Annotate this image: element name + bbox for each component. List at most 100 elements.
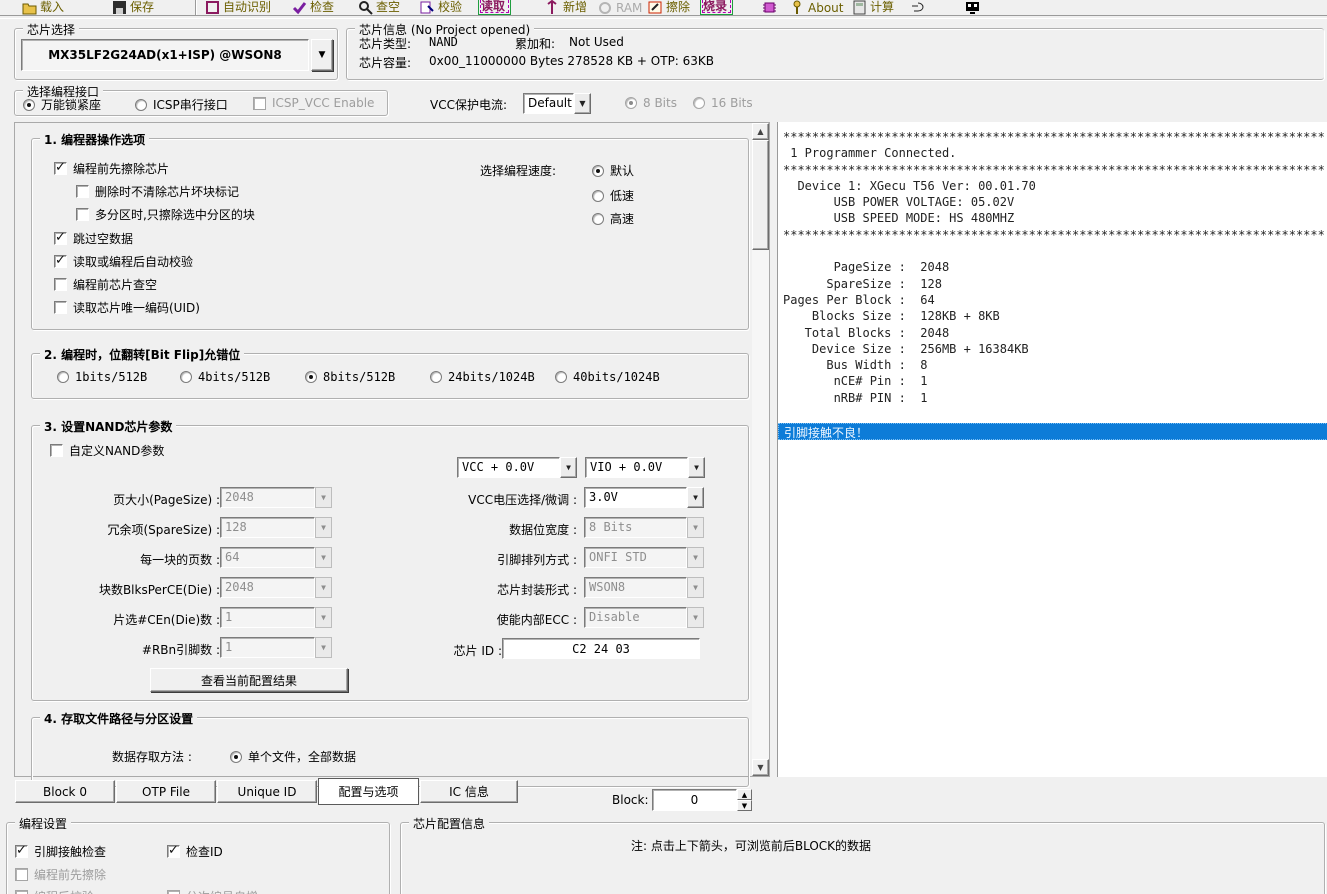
checkbox-icsp-vcc[interactable]: ✓ ICSP_VCC Enable xyxy=(253,96,374,110)
test-button[interactable]: 检查 xyxy=(292,0,334,15)
save-button[interactable]: 保存 xyxy=(112,0,154,15)
vcc-offset-combobox[interactable]: VCC + 0.0V▼ xyxy=(457,457,577,478)
dropdown-arrow-icon[interactable]: ▼ xyxy=(688,457,705,478)
radio-circle[interactable] xyxy=(592,190,604,202)
chip-id-field[interactable]: C2 24 03 xyxy=(502,638,700,659)
dropdown-arrow-icon[interactable]: ▼ xyxy=(574,93,591,114)
ram-button[interactable]: RAM xyxy=(598,0,642,15)
view-config-button[interactable]: 查看当前配置结果 xyxy=(150,668,348,692)
radio-circle[interactable] xyxy=(57,371,69,383)
pin-layout-combobox[interactable]: ONFI STD▼ xyxy=(584,547,704,568)
pagesize-combobox[interactable]: 2048▼ xyxy=(220,487,332,508)
sparesize-combobox[interactable]: 128▼ xyxy=(220,517,332,538)
radio-circle[interactable] xyxy=(430,371,442,383)
radio-speed-low[interactable]: 低速 xyxy=(592,187,634,204)
block-spinner-field[interactable]: 0 xyxy=(652,789,737,811)
checkbox-box[interactable]: ✓ xyxy=(50,444,63,457)
radio-icsp[interactable]: ICSP串行接口 xyxy=(135,96,228,113)
radio-icsp-circle[interactable] xyxy=(135,99,147,111)
program-button[interactable]: 烧录 xyxy=(700,0,733,15)
options-scrollbar[interactable]: ▲ ▼ xyxy=(752,123,769,776)
blocks-per-ce-combobox[interactable]: 2048▼ xyxy=(220,577,332,598)
radio-bitflip-8[interactable]: 8bits/512B xyxy=(305,370,395,384)
checkbox-erase-before-program[interactable]: ✓ 编程前先擦除芯片 xyxy=(54,160,169,177)
vio-offset-combobox[interactable]: VIO + 0.0V▼ xyxy=(585,457,705,478)
radio-socket[interactable]: 万能锁紧座 xyxy=(23,96,101,113)
checkbox-box[interactable]: ✓ xyxy=(15,845,28,858)
checkbox-skip-blank-data[interactable]: ✓ 跳过空数据 xyxy=(54,230,133,247)
checkbox-box[interactable]: ✓ xyxy=(54,162,67,175)
checkbox-box[interactable]: ✓ xyxy=(76,185,89,198)
vcc-voltage-combobox[interactable]: 3.0V▼ xyxy=(584,487,704,508)
hand-tool-button[interactable] xyxy=(910,0,925,15)
radio-circle[interactable] xyxy=(305,371,317,383)
checkbox-erase-before-bottom[interactable]: ✓ 编程前先擦除 xyxy=(15,866,106,883)
rbn-count-combobox[interactable]: 1▼ xyxy=(220,637,332,658)
checkbox-check-id[interactable]: ✓ 检查ID xyxy=(167,843,223,860)
spinner-up-icon[interactable]: ▲ xyxy=(737,789,752,800)
tab-block0[interactable]: Block 0 xyxy=(15,780,115,803)
verify-button[interactable]: 校验 xyxy=(420,0,462,15)
erase-button[interactable]: 擦除 xyxy=(648,0,690,15)
log-panel[interactable]: ****************************************… xyxy=(777,122,1327,777)
checkbox-box[interactable]: ✓ xyxy=(54,301,67,314)
checkbox-box[interactable]: ✓ xyxy=(15,890,28,894)
checkbox-box[interactable]: ✓ xyxy=(76,208,89,221)
radio-circle[interactable] xyxy=(180,371,192,383)
tab-unique-id[interactable]: Unique ID xyxy=(217,780,317,803)
radio-bitflip-40[interactable]: 40bits/1024B xyxy=(555,370,660,384)
add-button[interactable]: 新增 xyxy=(545,0,587,15)
checkbox-erase-selected-partition[interactable]: ✓ 多分区时,只擦除选中分区的块 xyxy=(76,206,255,223)
tab-ic-info[interactable]: IC 信息 xyxy=(420,780,518,803)
checkbox-box[interactable]: ✓ xyxy=(167,890,180,894)
checkbox-read-uid[interactable]: ✓ 读取芯片唯一编码(UID) xyxy=(54,299,200,316)
checkbox-box[interactable]: ✓ xyxy=(54,232,67,245)
checkbox-box[interactable]: ✓ xyxy=(167,845,180,858)
package-combobox[interactable]: WSON8▼ xyxy=(584,577,704,598)
about-button[interactable]: About xyxy=(790,0,843,15)
lcd-view-button[interactable] xyxy=(965,0,980,15)
checkbox-auto-verify[interactable]: ✓ 读取或编程后自动校验 xyxy=(54,253,193,270)
internal-ecc-combobox[interactable]: Disable▼ xyxy=(584,607,704,628)
radio-circle[interactable] xyxy=(592,213,604,225)
checkbox-box[interactable]: ✓ xyxy=(15,868,28,881)
checkbox-keep-badblock-marks[interactable]: ✓ 删除时不清除芯片坏块标记 xyxy=(76,183,239,200)
spinner-down-icon[interactable]: ▼ xyxy=(737,800,752,811)
radio-bitflip-4[interactable]: 4bits/512B xyxy=(180,370,270,384)
radio-bitflip-1[interactable]: 1bits/512B xyxy=(57,370,147,384)
radio-speed-default[interactable]: 默认 xyxy=(592,162,634,179)
radio-circle[interactable] xyxy=(555,371,567,383)
chip-select-dropdown-button[interactable]: ▼ xyxy=(311,39,333,71)
scroll-down-icon[interactable]: ▼ xyxy=(752,759,769,776)
radio-8bits[interactable]: 8 Bits xyxy=(625,96,677,110)
log-highlight-line[interactable]: 引脚接触不良！ xyxy=(778,423,1327,440)
checkbox-custom-nand[interactable]: ✓ 自定义NAND参数 xyxy=(50,442,164,459)
chip-select-combobox[interactable]: MX35LF2G24AD(x1+ISP) @WSON8 xyxy=(21,39,309,71)
radio-speed-high[interactable]: 高速 xyxy=(592,210,634,227)
load-button[interactable]: 载入 xyxy=(22,0,64,15)
dropdown-arrow-icon[interactable]: ▼ xyxy=(687,487,704,508)
radio-bitflip-24[interactable]: 24bits/1024B xyxy=(430,370,535,384)
scrollbar-thumb[interactable] xyxy=(752,140,769,250)
radio-16bits-circle[interactable] xyxy=(693,97,705,109)
radio-circle[interactable] xyxy=(230,751,242,763)
checkbox-box[interactable]: ✓ xyxy=(54,255,67,268)
dropdown-arrow-icon[interactable]: ▼ xyxy=(560,457,577,478)
checkbox-pin-contact-check[interactable]: ✓ 引脚接触检查 xyxy=(15,843,106,860)
chip-toolbar-button[interactable] xyxy=(762,0,777,15)
radio-16bits[interactable]: 16 Bits xyxy=(693,96,753,110)
vcc-current-combobox[interactable]: Default▼ xyxy=(523,93,591,114)
tab-config-options[interactable]: 配置与选项 xyxy=(318,778,419,805)
radio-8bits-circle[interactable] xyxy=(625,97,637,109)
auto-detect-button[interactable]: 自动识别 xyxy=(205,0,271,15)
calculator-button[interactable]: 计算 xyxy=(852,0,894,15)
checkbox-serial-autoincrement[interactable]: ✓ 分次编号自增 xyxy=(167,888,258,894)
checkbox-blank-check-before[interactable]: ✓ 编程前芯片查空 xyxy=(54,276,157,293)
ce-count-combobox[interactable]: 1▼ xyxy=(220,607,332,628)
checkbox-box[interactable]: ✓ xyxy=(54,278,67,291)
pages-per-block-combobox[interactable]: 64▼ xyxy=(220,547,332,568)
blank-check-button[interactable]: 查空 xyxy=(358,0,400,15)
checkbox-icsp-vcc-box[interactable]: ✓ xyxy=(253,97,266,110)
read-button[interactable]: 读取 xyxy=(478,0,511,15)
checkbox-verify-after[interactable]: ✓ 编程后校验 xyxy=(15,888,94,894)
